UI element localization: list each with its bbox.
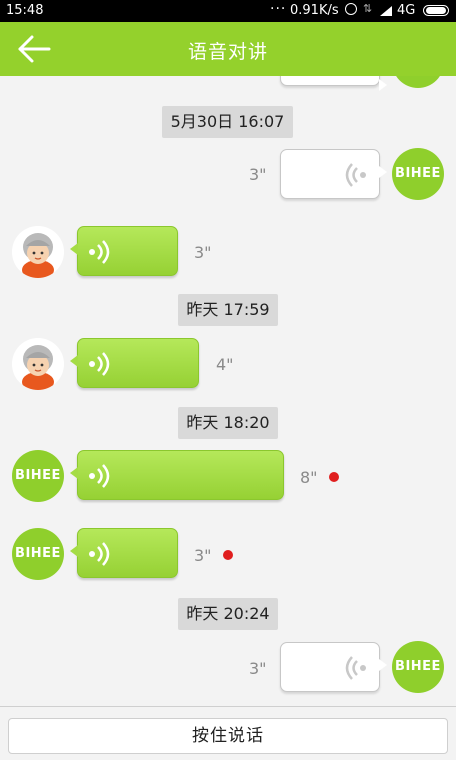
voice-duration: 4" — [216, 355, 234, 374]
avatar-grandma — [12, 226, 64, 278]
voice-wave-icon — [89, 464, 110, 488]
voice-message[interactable] — [70, 450, 284, 500]
avatar-bihee: BIHEE — [12, 528, 64, 580]
voice-wave-icon — [345, 656, 366, 680]
voice-message[interactable] — [280, 149, 387, 199]
data-arrows-icon: ⇅ — [363, 2, 373, 15]
voice-duration: 3" — [194, 546, 212, 565]
unread-indicator — [329, 472, 339, 482]
avatar-bihee: BIHEE — [392, 148, 444, 200]
voice-message[interactable] — [280, 642, 387, 692]
voice-duration: 3" — [194, 243, 212, 262]
unread-indicator — [223, 550, 233, 560]
status-time: 15:48 — [6, 3, 44, 18]
alarm-icon — [345, 3, 357, 15]
voice-wave-icon — [89, 240, 110, 264]
voice-duration: 3" — [249, 659, 267, 678]
voice-duration: 3" — [249, 165, 267, 184]
voice-message[interactable] — [70, 338, 199, 388]
app-header: 语音对讲 — [0, 22, 456, 76]
voice-duration: 8" — [300, 468, 318, 487]
network-type: 4G — [397, 3, 416, 18]
signal-icon — [380, 6, 392, 16]
message-timestamp: 5月30日 16:07 — [162, 106, 293, 138]
avatar — [392, 76, 444, 88]
voice-message[interactable] — [70, 528, 178, 578]
voice-wave-icon — [89, 352, 110, 376]
message-timestamp: 昨天 17:59 — [178, 294, 278, 326]
status-dots: ··· — [270, 1, 287, 17]
voice-wave-icon — [345, 163, 366, 187]
status-bar: 15:48 ··· 0.91K/s ⇅ 4G — [0, 0, 456, 22]
chat-list[interactable]: 5月30日 16:07 3" BIHEE 3" 昨天 17:59 4" 昨天 1… — [0, 76, 456, 706]
network-speed: 0.91K/s — [290, 3, 339, 18]
avatar-bihee: BIHEE — [392, 641, 444, 693]
input-bar: 按住说话 — [0, 706, 456, 760]
voice-wave-icon — [89, 542, 110, 566]
avatar-bihee: BIHEE — [12, 450, 64, 502]
hold-to-talk-button[interactable]: 按住说话 — [8, 718, 448, 754]
grandma-avatar-icon — [12, 226, 64, 278]
battery-icon — [423, 5, 449, 16]
voice-message[interactable] — [70, 226, 178, 276]
message-timestamp: 昨天 20:24 — [178, 598, 278, 630]
page-title: 语音对讲 — [187, 41, 268, 63]
grandma-avatar-icon — [12, 338, 64, 390]
avatar-grandma — [12, 338, 64, 390]
voice-message-partial[interactable] — [280, 76, 387, 91]
message-timestamp: 昨天 18:20 — [178, 407, 278, 439]
